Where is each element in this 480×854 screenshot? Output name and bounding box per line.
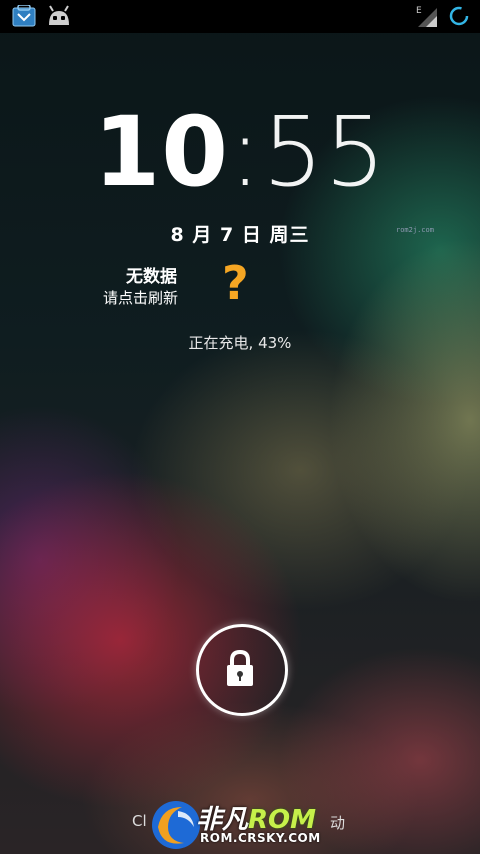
status-bar: E [0, 0, 480, 33]
store-icon [12, 5, 36, 27]
small-watermark: rom2j.com [396, 226, 434, 234]
padlock-icon [227, 649, 253, 686]
clock-separator: : [229, 96, 263, 208]
bottom-hint-left: Cl [132, 812, 147, 830]
clock-hours: 10 [93, 96, 230, 208]
loading-ring-icon [449, 6, 469, 26]
unlock-handle[interactable] [196, 624, 288, 716]
clock-minutes: 55 [262, 96, 387, 208]
lockscreen-clock: 10:55 [0, 100, 480, 204]
charging-status: 正在充电, 43% [188, 334, 292, 352]
logo-url: ROM.CRSKY.COM [200, 831, 321, 845]
weather-title[interactable]: 无数据 [126, 262, 177, 287]
network-type-label: E [416, 6, 422, 16]
android-robot-icon [49, 5, 69, 25]
watermark-logo: 非凡ROM ROM.CRSKY.COM [148, 795, 338, 854]
question-mark-icon[interactable]: ? [222, 258, 249, 308]
weather-refresh-hint[interactable]: 请点击刷新 [103, 287, 178, 308]
signal-icon: E [416, 6, 437, 27]
